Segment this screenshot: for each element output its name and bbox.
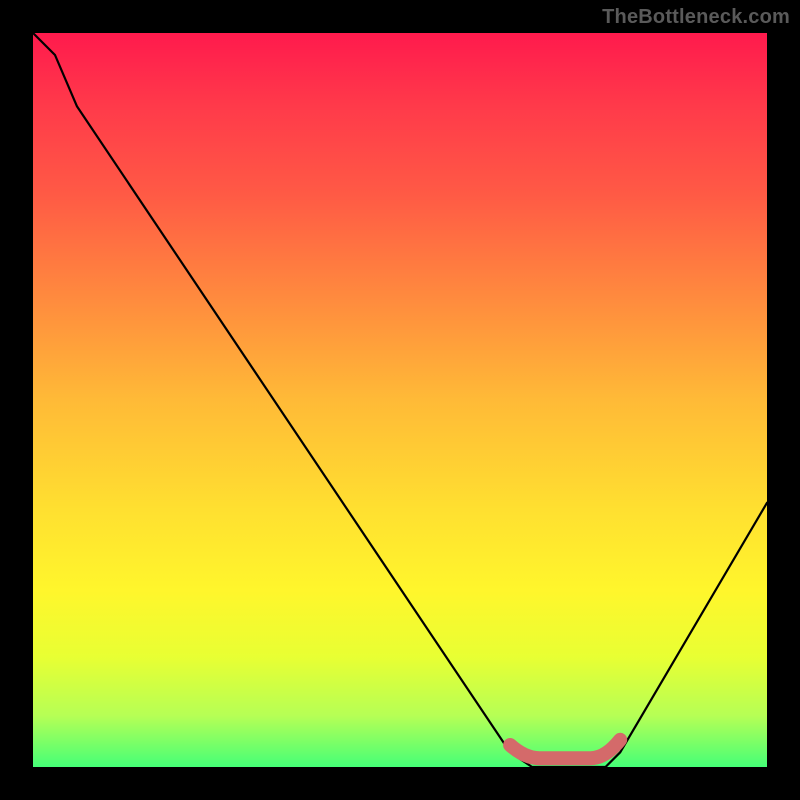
chart-frame: TheBottleneck.com <box>0 0 800 800</box>
chart-gradient-area <box>33 33 767 767</box>
watermark-text: TheBottleneck.com <box>602 6 790 29</box>
